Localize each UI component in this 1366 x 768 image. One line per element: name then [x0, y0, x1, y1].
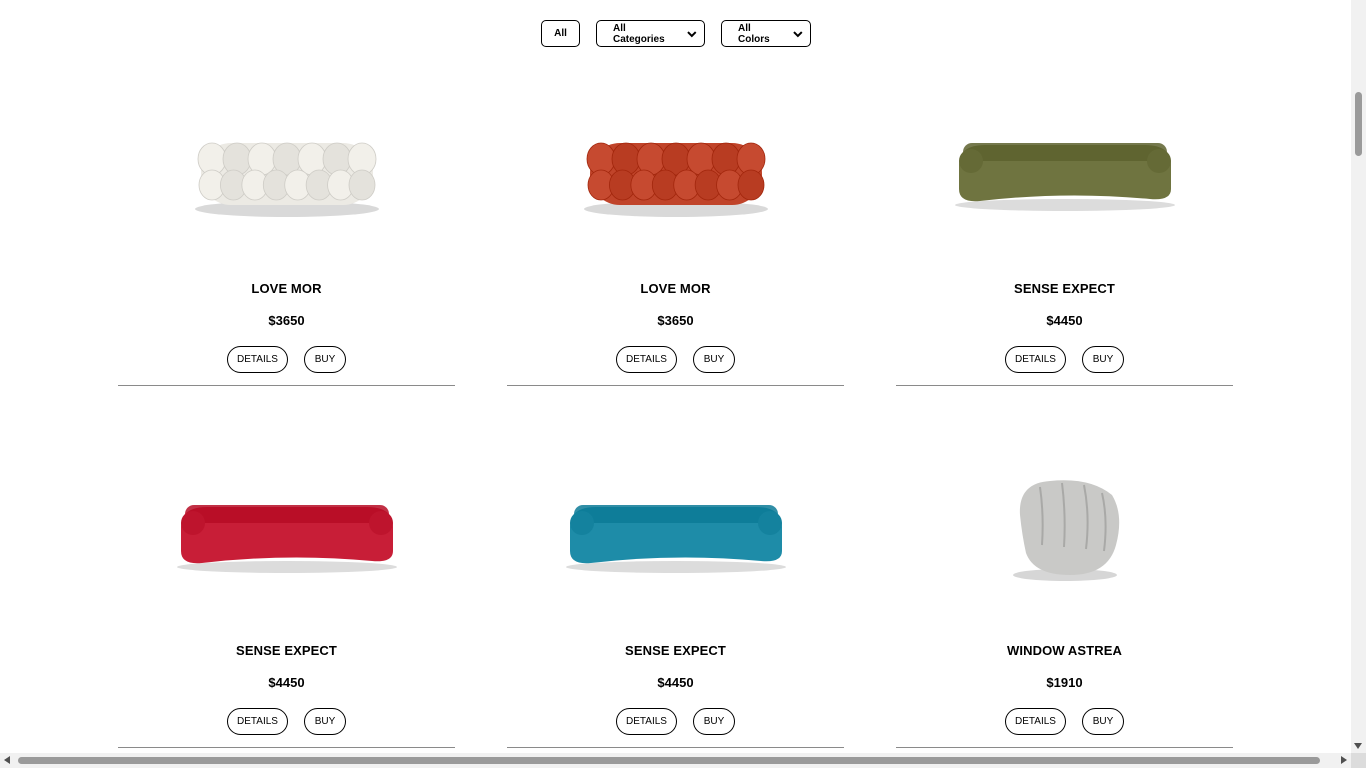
card-divider	[118, 747, 455, 748]
product-name: SENSE EXPECT	[236, 643, 337, 658]
details-button[interactable]: DETAILS	[616, 346, 677, 373]
details-button[interactable]: DETAILS	[616, 708, 677, 735]
scroll-right-arrow-icon[interactable]	[1341, 756, 1347, 764]
card-divider	[507, 747, 844, 748]
details-button[interactable]: DETAILS	[227, 346, 288, 373]
armchair-image	[1012, 480, 1119, 581]
long-sofa-image	[176, 505, 397, 573]
vertical-scrollbar[interactable]	[1351, 0, 1366, 753]
product-price: $3650	[657, 313, 694, 328]
scroll-left-arrow-icon[interactable]	[4, 756, 10, 764]
product-name: SENSE EXPECT	[625, 643, 726, 658]
product-price: $1910	[1046, 675, 1083, 690]
product-actions: DETAILS BUY	[507, 708, 844, 735]
product-image[interactable]	[896, 450, 1233, 610]
buy-button[interactable]: BUY	[1082, 708, 1124, 735]
buy-button[interactable]: BUY	[693, 708, 735, 735]
vertical-scroll-thumb[interactable]	[1355, 92, 1362, 156]
bubble-sofa-image	[194, 142, 379, 217]
product-price: $3650	[268, 313, 305, 328]
product-image[interactable]	[118, 450, 455, 610]
product-actions: DETAILS BUY	[118, 346, 455, 373]
details-button[interactable]: DETAILS	[227, 708, 288, 735]
details-button[interactable]: DETAILS	[1005, 708, 1066, 735]
card-divider	[896, 747, 1233, 748]
product-image[interactable]	[507, 88, 844, 248]
buy-button[interactable]: BUY	[693, 346, 735, 373]
product-name: SENSE EXPECT	[1014, 281, 1115, 296]
details-button[interactable]: DETAILS	[1005, 346, 1066, 373]
buy-button[interactable]: BUY	[304, 346, 346, 373]
horizontal-scrollbar[interactable]	[0, 753, 1351, 768]
product-image[interactable]	[507, 450, 844, 610]
product-price: $4450	[268, 675, 305, 690]
chevron-down-icon	[793, 30, 803, 37]
category-select[interactable]: All Categories	[596, 20, 705, 47]
bubble-sofa-image	[583, 142, 768, 217]
card-divider	[118, 385, 455, 386]
horizontal-scroll-thumb[interactable]	[18, 757, 1320, 764]
product-actions: DETAILS BUY	[118, 708, 455, 735]
page-viewport: All All Categories All Colors LOVE MOR $…	[0, 0, 1351, 753]
long-sofa-image	[565, 505, 786, 573]
product-actions: DETAILS BUY	[896, 708, 1233, 735]
color-select-value: All Colors	[738, 22, 770, 45]
card-divider	[896, 385, 1233, 386]
card-divider	[507, 385, 844, 386]
all-filter-button[interactable]: All	[541, 20, 580, 47]
long-sofa-image	[954, 143, 1175, 211]
product-name: LOVE MOR	[251, 281, 322, 296]
product-actions: DETAILS BUY	[507, 346, 844, 373]
buy-button[interactable]: BUY	[304, 708, 346, 735]
product-name: WINDOW ASTREA	[1007, 643, 1122, 658]
chevron-down-icon	[687, 30, 697, 37]
buy-button[interactable]: BUY	[1082, 346, 1124, 373]
product-image[interactable]	[896, 88, 1233, 248]
category-select-value: All Categories	[613, 22, 665, 45]
scroll-down-arrow-icon[interactable]	[1354, 743, 1362, 749]
product-price: $4450	[1046, 313, 1083, 328]
product-price: $4450	[657, 675, 694, 690]
scrollbar-corner	[1351, 753, 1366, 768]
product-image[interactable]	[118, 88, 455, 248]
product-name: LOVE MOR	[640, 281, 711, 296]
color-select[interactable]: All Colors	[721, 20, 811, 47]
product-actions: DETAILS BUY	[896, 346, 1233, 373]
filter-bar: All All Categories All Colors	[0, 20, 1351, 47]
